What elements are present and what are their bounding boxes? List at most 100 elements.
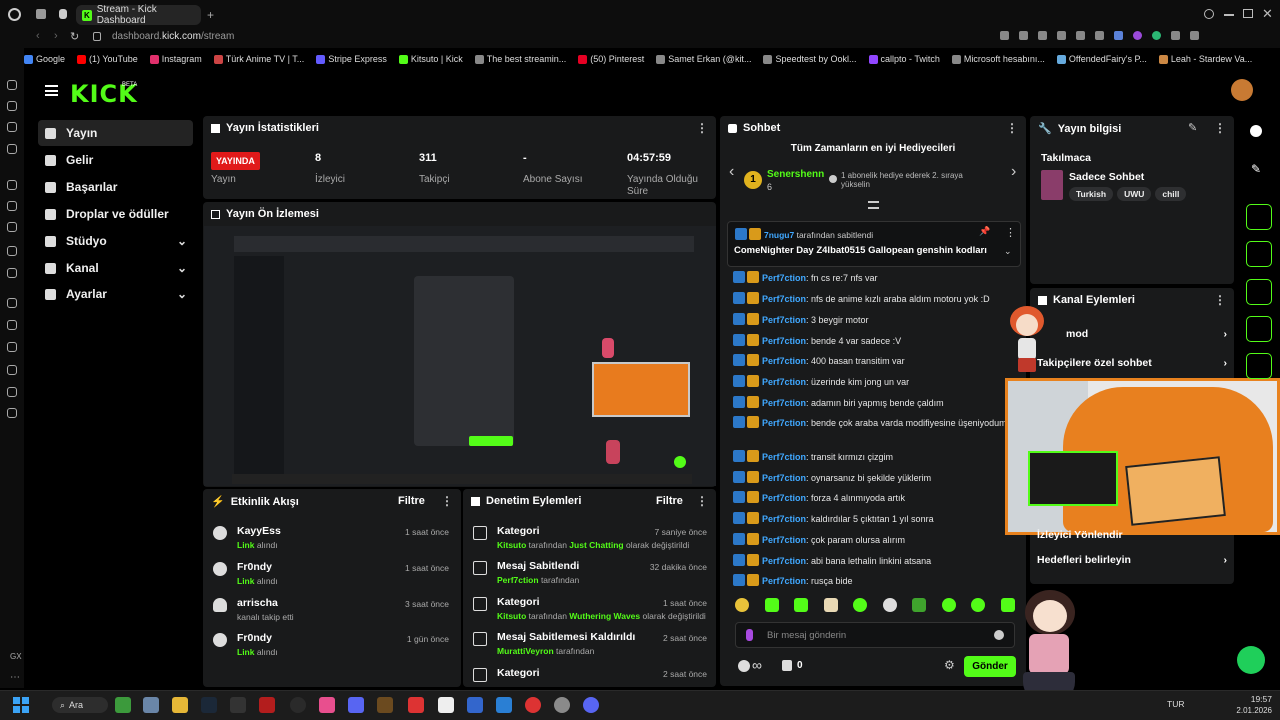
bookmark-item[interactable]: Stripe Express [316,50,387,68]
tag[interactable]: chill [1155,187,1187,201]
chat-username[interactable]: Perf7ction [762,356,806,366]
sidebar-item-3[interactable]: Droplar ve ödüller [38,201,193,227]
extensions-icon[interactable] [7,387,17,397]
opera-gx-icon[interactable] [8,8,21,21]
game-icon[interactable] [377,697,393,713]
emote-icon[interactable] [941,598,956,612]
activity-item[interactable]: Fr0ndy Link alındı 1 gün önce [213,632,449,657]
moderation-more-icon[interactable]: ⋮ [696,494,708,508]
sidebar-item-4[interactable]: Stüdyo ⌄ [38,228,193,254]
emote-icon[interactable] [794,598,809,612]
bookmark-item[interactable]: OffendedFairy's P... [1056,50,1147,68]
chat-message[interactable]: Perf7ction: çok param olursa alırım [733,533,1019,547]
info-icon[interactable] [1250,125,1262,137]
play-icon[interactable] [1076,31,1085,40]
pinned-more-icon[interactable]: ⋮ [1005,226,1016,239]
new-tab-icon[interactable]: + [207,8,214,22]
chat-more-icon[interactable]: ⋮ [1006,121,1018,135]
app-icon[interactable] [525,697,541,713]
pinned-expand-icon[interactable]: ⌄ [1004,246,1012,257]
chevron-down-icon[interactable]: ⌄ [177,234,187,248]
bookmark-item[interactable]: (1) YouTube [77,50,138,68]
history-icon[interactable] [7,80,17,90]
emote-icon[interactable] [764,598,779,612]
channel-actions-more-icon[interactable]: ⋮ [1214,293,1226,307]
activity-item[interactable]: KayyEss Link alındı 1 saat önce [213,525,449,550]
emote-icon[interactable] [882,598,897,612]
rail-button-list[interactable] [1246,279,1272,305]
activity-item[interactable]: Fr0ndy Link alındı 1 saat önce [213,561,449,586]
chat-username[interactable]: Perf7ction [762,398,806,408]
chat-message[interactable]: Perf7ction: bende çok araba varda modifi… [733,416,1019,430]
reload-icon[interactable]: ↻ [70,30,79,43]
url-field[interactable]: dashboard.kick.com/stream [112,31,234,42]
chat-message[interactable]: Perf7ction: nfs de anime kızlı araba ald… [733,292,1019,306]
chat-username[interactable]: Perf7ction [762,576,806,586]
tag[interactable]: UWU [1117,187,1152,201]
stats-more-icon[interactable]: ⋮ [696,121,708,135]
stream-preview-video[interactable] [204,226,716,486]
chat-settings-icon[interactable]: ⚙ [944,658,955,672]
tab-kick-dashboard[interactable]: K Stream - Kick Dashboard [76,4,201,26]
chat-username[interactable]: Perf7ction [762,493,806,503]
bookmark-item[interactable]: Google [24,50,65,68]
minimize-icon[interactable] [1224,14,1234,16]
notepad-icon[interactable] [438,697,454,713]
discord-icon[interactable] [583,697,599,713]
instagram-icon[interactable] [319,697,335,713]
emote-icon[interactable] [735,598,749,612]
moderation-filter-button[interactable]: Filtre [656,495,683,507]
bookmark-item[interactable]: Samet Erkan (@kit... [656,50,751,68]
activity-more-icon[interactable]: ⋮ [441,494,453,508]
emote-icon[interactable] [971,598,986,612]
tab-pin-icon[interactable] [59,9,67,19]
bookmark-item[interactable]: Türk Anime TV | T... [213,50,304,68]
pin-icon[interactable]: 📌 [979,226,990,237]
news-icon[interactable] [7,180,17,190]
whatsapp-icon[interactable] [7,122,17,132]
chat-username[interactable]: Perf7ction [762,556,806,566]
sidebar-item-2[interactable]: Başarılar [38,174,193,200]
steam-icon[interactable] [201,697,217,713]
moderation-item[interactable]: Mesaj Sabitlendi Perf7ction tarafından 3… [473,560,707,585]
bookmark-item[interactable]: (50) Pinterest [578,50,644,68]
bookmark-icon[interactable] [1019,31,1028,40]
sidebar-item-6[interactable]: Ayarlar ⌄ [38,281,193,307]
back-icon[interactable]: ‹ [36,30,40,42]
camera-icon[interactable] [1095,31,1104,40]
gift-box-icon[interactable] [782,660,792,671]
emoji-picker-icon[interactable] [994,630,1004,640]
extension-icon[interactable] [1000,31,1009,40]
twitch-icon[interactable] [7,201,17,211]
player-icon[interactable] [7,320,17,330]
maximize-icon[interactable] [1243,9,1253,18]
chat-message[interactable]: Perf7ction: abi bana lethalin linkini at… [733,554,1019,568]
sidebar-item-1[interactable]: Gelir [38,147,193,173]
clock-time[interactable]: 19:57 [1242,694,1272,704]
telegram-icon[interactable] [7,222,17,232]
activity-filter-button[interactable]: Filtre [398,495,425,507]
settings-icon[interactable] [7,408,17,418]
downloads-icon[interactable] [1171,31,1180,40]
settings-icon[interactable] [554,697,570,713]
action-row-goals[interactable]: Hedefleri belirleyin › [1037,554,1227,566]
action-row-mod[interactable]: mod › [1037,328,1227,340]
moderation-item[interactable]: Kategori Kitsuto tarafından Just Chattin… [473,525,707,550]
github-icon[interactable] [290,697,306,713]
chat-message[interactable]: Perf7ction: bende 4 var sadece :V [733,334,1019,348]
gifters-next-icon[interactable]: › [1011,163,1016,181]
twitch-icon[interactable] [1133,31,1142,40]
chat-username[interactable]: Perf7ction [762,315,806,325]
vpn-icon[interactable] [1114,31,1123,40]
bookmark-item[interactable]: Speedtest by Ookl... [763,50,857,68]
emote-icon[interactable] [912,598,927,612]
chat-message[interactable]: Perf7ction: transit kırmızı çizgim [733,450,1019,464]
music-icon[interactable] [7,298,17,308]
pinned-message[interactable]: 7nugu7 tarafından sabitlendi 📌 ⋮ ComeNig… [727,221,1021,267]
bookmark-item[interactable]: Leah - Stardew Va... [1158,50,1252,68]
youtube-icon[interactable] [7,268,17,278]
chat-message[interactable]: Perf7ction: forza 4 alınmıyoda artık [733,491,1019,505]
tabs-icon[interactable] [7,342,17,352]
taskbar-app-icon[interactable] [143,697,159,713]
chat-message[interactable]: Perf7ction: kaldırdılar 5 çıktıtan 1 yıl… [733,512,1019,526]
